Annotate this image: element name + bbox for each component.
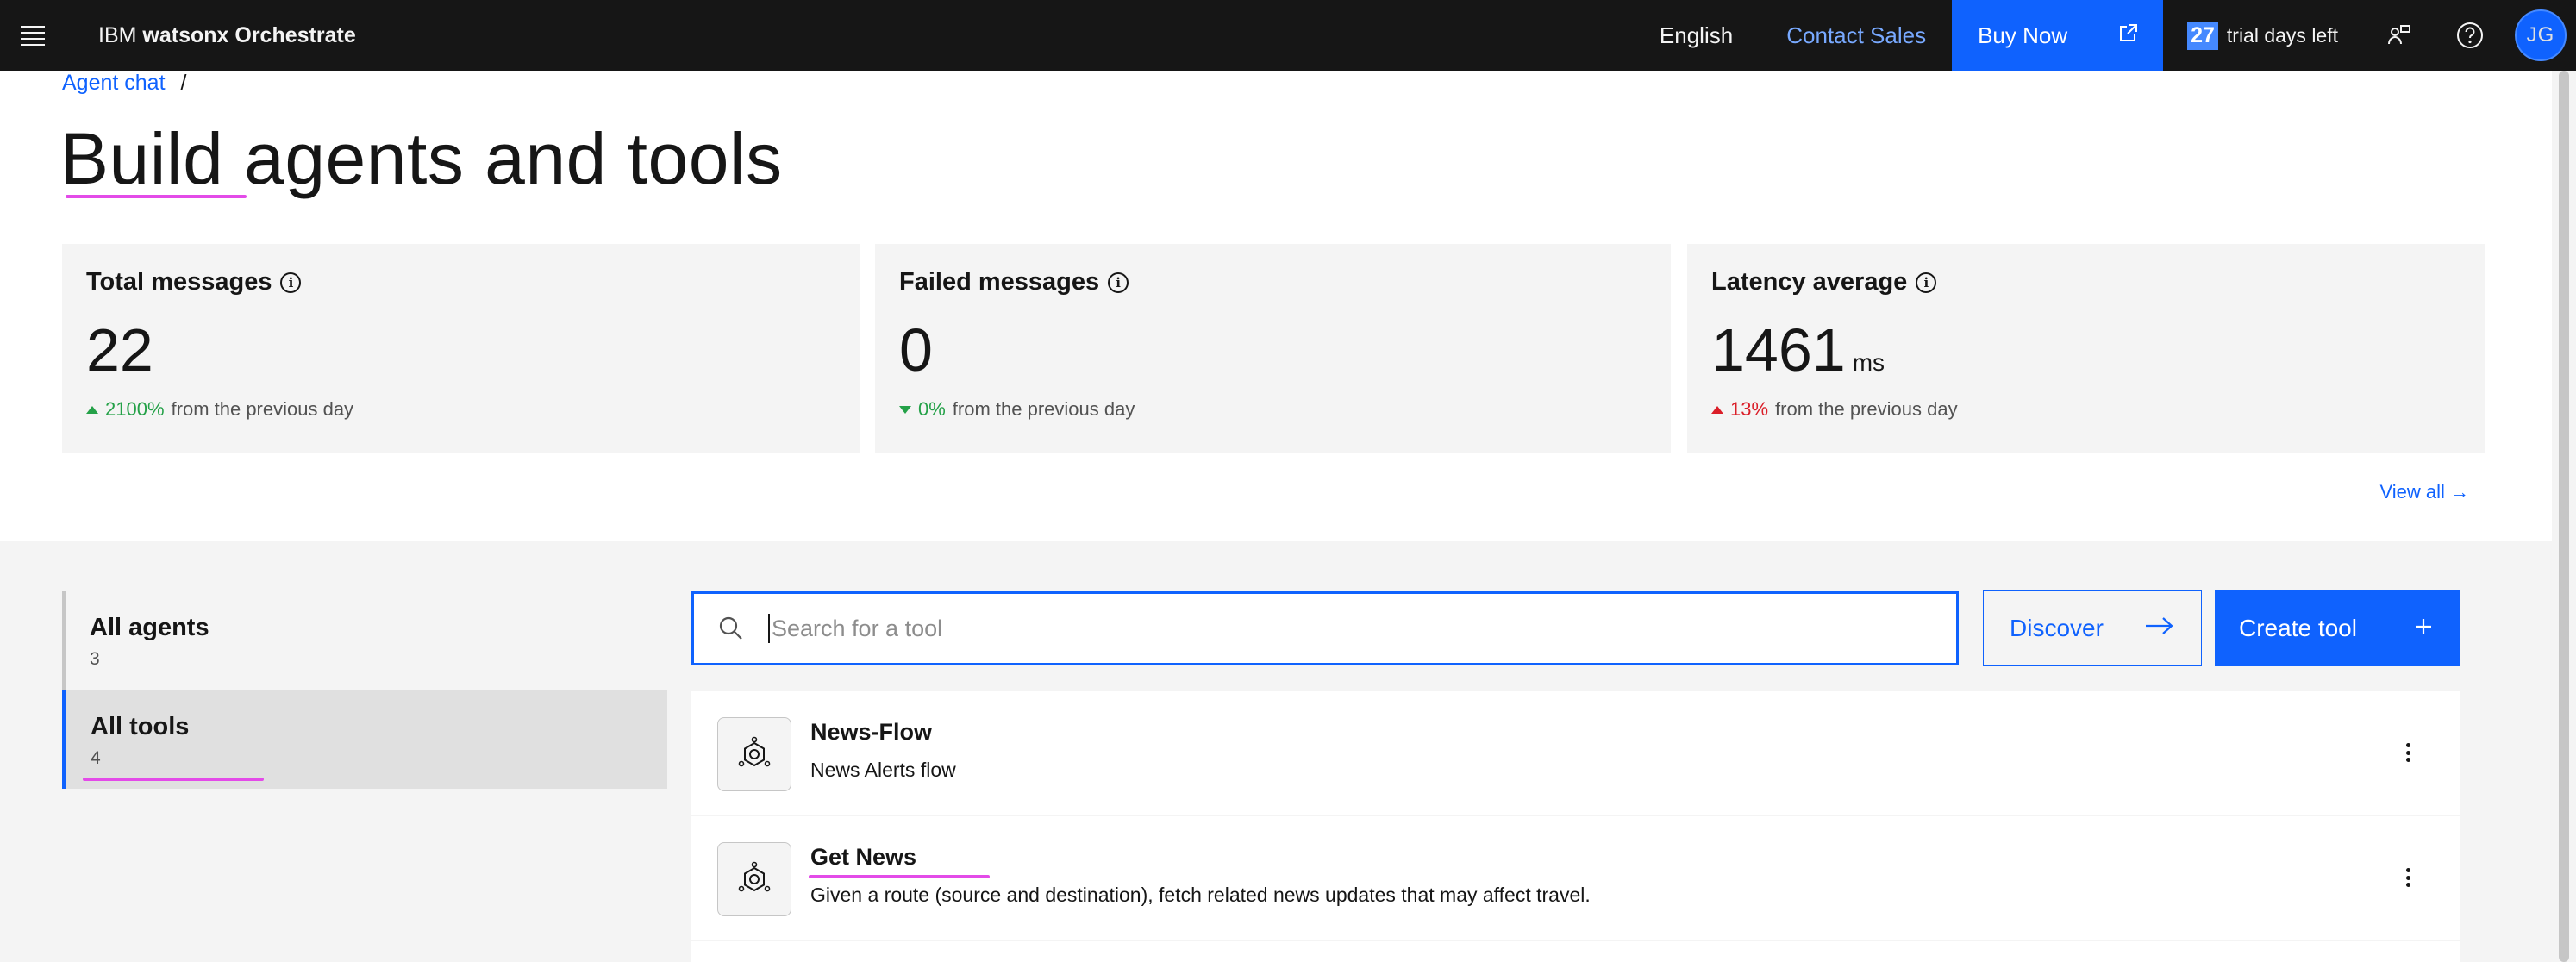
brand-prefix: IBM (98, 22, 143, 47)
metric-title-text: Failed messages (899, 268, 1100, 296)
tool-row[interactable]: News-Flow News Alerts flow (691, 691, 2460, 815)
metric-value-number: 1461 (1711, 316, 1846, 384)
annotation-underline (66, 195, 247, 198)
metric-delta-label: from the previous day (171, 398, 354, 420)
metric-value: 22 (86, 315, 835, 384)
breadcrumb: Agent chat / (62, 71, 186, 96)
metric-card-total-messages: Total messages i 22 2100% from the previou… (62, 244, 860, 453)
metric-delta: 13% from the previous day (1711, 398, 2460, 421)
metric-delta-percent: 2100% (105, 398, 165, 420)
trial-indicator: 27 trial days left (2163, 0, 2364, 71)
metric-card-latency-average: Latency average i 1461 ms 13% from the prev… (1687, 244, 2485, 453)
overflow-menu-icon[interactable] (2404, 865, 2412, 890)
tool-description: News Alerts flow (810, 759, 956, 781)
breadcrumb-agent-chat[interactable]: Agent chat (62, 71, 166, 96)
top-header: IBM watsonx Orchestrate English Contact … (0, 0, 2576, 71)
search-icon (694, 594, 768, 663)
discover-label: Discover (2010, 615, 2104, 641)
tool-row[interactable]: Get News Given a route (source and desti… (691, 816, 2460, 940)
text-caret (768, 614, 770, 643)
user-chat-icon[interactable] (2364, 0, 2435, 71)
metric-value: 1461 ms (1711, 315, 2460, 384)
buy-now-button[interactable]: Buy Now (1952, 0, 2164, 71)
metric-title: Total messages i (86, 268, 835, 297)
page-title: Build agents and tools (60, 118, 783, 199)
buy-now-label: Buy Now (1978, 22, 2068, 48)
create-tool-label: Create tool (2239, 615, 2357, 641)
tool-hexagon-icon (717, 717, 791, 791)
brand-logo[interactable]: IBM watsonx Orchestrate (98, 0, 356, 71)
sidebar-item-count: 4 (91, 748, 101, 768)
tool-description: Given a route (source and destination), … (810, 884, 1591, 906)
sidebar-item-label: All tools (91, 713, 190, 740)
metric-delta-percent: 13% (1730, 398, 1769, 420)
metric-value: 0 (899, 315, 1647, 384)
tool-name[interactable]: News-Flow (810, 719, 932, 746)
contact-sales-link[interactable]: Contact Sales (1760, 0, 1952, 71)
metric-value-number: 22 (86, 316, 153, 384)
arrow-right-icon (2144, 615, 2175, 642)
discover-button[interactable]: Discover (1983, 590, 2202, 666)
metric-title: Latency average i (1711, 268, 2460, 297)
page-scrollbar[interactable] (2552, 71, 2576, 962)
sidebar-item-all-agents[interactable]: All agents 3 (62, 591, 667, 690)
hamburger-menu-icon[interactable] (21, 22, 47, 48)
sidebar-item-count: 3 (90, 649, 100, 669)
overflow-menu-icon[interactable] (2404, 740, 2412, 765)
view-all-link[interactable]: View all → (2379, 481, 2469, 503)
metric-card-failed-messages: Failed messages i 0 0% from the previous d… (875, 244, 1671, 453)
trial-days-count: 27 (2187, 21, 2218, 50)
metric-value-number: 0 (899, 316, 933, 384)
metric-title: Failed messages i (899, 268, 1647, 297)
metric-delta: 2100% from the previous day (86, 398, 835, 421)
metric-title-text: Latency average (1711, 268, 1908, 296)
info-icon[interactable]: i (1916, 272, 1937, 293)
breadcrumb-separator: / (180, 71, 187, 95)
sidebar-item-label: All agents (90, 614, 209, 641)
tool-name[interactable]: Get News (810, 844, 916, 871)
create-tool-button[interactable]: Create tool (2215, 590, 2460, 666)
info-icon[interactable]: i (280, 272, 302, 293)
language-selector[interactable]: English (1632, 0, 1760, 71)
scrollbar-thumb[interactable] (2559, 71, 2569, 962)
annotation-underline (809, 875, 990, 878)
tool-search[interactable] (691, 591, 1959, 665)
metric-delta: 0% from the previous day (899, 398, 1647, 421)
search-input[interactable] (772, 615, 1892, 642)
info-icon[interactable]: i (1108, 272, 1129, 293)
trend-up-icon (86, 405, 98, 414)
header-actions: English Contact Sales Buy Now 27 trial d… (1632, 0, 2576, 71)
sidebar-item-all-tools[interactable]: All tools 4 (62, 690, 667, 789)
metric-title-text: Total messages (86, 268, 272, 296)
trend-up-icon (1711, 405, 1723, 414)
annotation-underline (83, 778, 264, 781)
tool-row[interactable] (691, 941, 2460, 962)
metric-delta-label: from the previous day (952, 398, 1135, 420)
metric-delta-percent: 0% (918, 398, 946, 420)
help-icon[interactable] (2435, 0, 2505, 71)
user-avatar[interactable]: JG (2505, 0, 2576, 71)
plus-icon (2414, 615, 2433, 642)
trial-days-label: trial days left (2226, 23, 2338, 47)
trend-down-icon (899, 405, 911, 414)
metric-unit: ms (1852, 349, 1885, 376)
tool-hexagon-icon (717, 842, 791, 916)
metric-delta-label: from the previous day (1775, 398, 1958, 420)
external-link-icon (2118, 22, 2139, 49)
avatar-initials: JG (2515, 9, 2567, 61)
brand-product: watsonx Orchestrate (142, 22, 356, 47)
